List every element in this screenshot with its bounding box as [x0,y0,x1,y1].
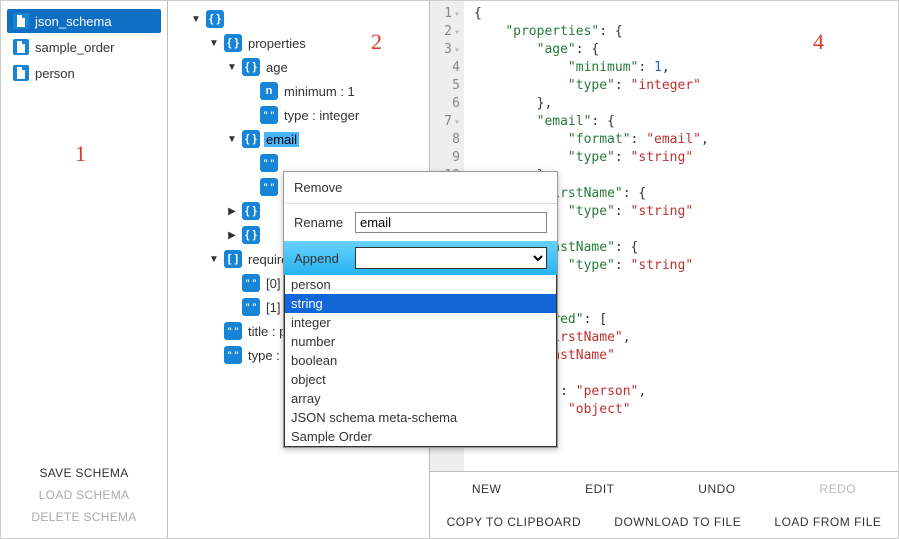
toggle-icon[interactable]: ▼ [208,38,220,49]
load-schema-button[interactable]: LOAD SCHEMA [39,488,130,502]
string-badge-icon: " " [242,274,260,292]
copy-button[interactable]: COPY TO CLIPBOARD [447,515,582,529]
schema-list: json_schema sample_order person [7,9,161,85]
append-option[interactable]: Sample Order [285,427,556,446]
tree-email[interactable]: ▼ { } email [168,127,425,151]
string-badge-icon: " " [242,298,260,316]
rename-label: Rename [294,215,349,230]
toggle-icon[interactable]: ▼ [190,14,202,25]
tree-label: email [264,132,299,147]
rename-input[interactable] [355,212,547,233]
schema-item-label: sample_order [35,40,115,55]
context-popup: Remove Rename Append personstringinteger… [283,171,558,448]
tree-label: properties [246,36,306,51]
append-option[interactable]: string [285,294,556,313]
append-option[interactable]: JSON schema meta-schema [285,408,556,427]
schema-actions: SAVE SCHEMA LOAD SCHEMA DELETE SCHEMA [7,466,161,530]
tree-properties[interactable]: ▼ { } properties [168,31,425,55]
redo-button[interactable]: REDO [819,482,856,496]
schema-item-person[interactable]: person [7,61,161,85]
remove-row[interactable]: Remove [284,172,557,204]
toggle-icon[interactable]: ▶ [226,206,238,217]
array-badge-icon: [ ] [224,250,242,268]
tree-age[interactable]: ▼ { } age [168,55,425,79]
new-button[interactable]: NEW [472,482,502,496]
object-badge-icon: { } [242,226,260,244]
string-badge-icon: " " [260,106,278,124]
tree-label: type : integer [282,108,359,123]
number-badge-icon: n [260,82,278,100]
tree-age-type[interactable]: ▼ " " type : integer [168,103,425,127]
append-label: Append [294,251,349,266]
file-icon [13,65,29,81]
schema-item-sample_order[interactable]: sample_order [7,35,161,59]
toggle-icon[interactable]: ▼ [208,254,220,265]
toggle-icon[interactable]: ▼ [226,62,238,73]
tree-root[interactable]: ▼ { } [168,7,425,31]
object-badge-icon: { } [224,34,242,52]
schema-item-json_schema[interactable]: json_schema [7,9,161,33]
load-from-file-button[interactable]: LOAD FROM FILE [774,515,881,529]
download-button[interactable]: DOWNLOAD TO FILE [614,515,741,529]
append-option[interactable]: integer [285,313,556,332]
save-schema-button[interactable]: SAVE SCHEMA [39,466,128,480]
object-badge-icon: { } [206,10,224,28]
tree-age-minimum[interactable]: ▼ n minimum : 1 [168,79,425,103]
undo-button[interactable]: UNDO [698,482,735,496]
editor-toolbar: NEW EDIT UNDO REDO COPY TO CLIPBOARD DOW… [430,471,898,538]
string-badge-icon: " " [224,346,242,364]
file-icon [13,39,29,55]
toggle-icon[interactable]: ▶ [226,230,238,241]
append-select[interactable] [355,247,547,269]
toggle-icon[interactable]: ▼ [226,134,238,145]
tree-label: age [264,60,288,75]
delete-schema-button[interactable]: DELETE SCHEMA [31,510,136,524]
string-badge-icon: " " [260,154,278,172]
string-badge-icon: " " [224,322,242,340]
append-option[interactable]: number [285,332,556,351]
edit-button[interactable]: EDIT [585,482,614,496]
append-option[interactable]: array [285,389,556,408]
append-dropdown: personstringintegernumberbooleanobjectar… [284,275,557,447]
append-option[interactable]: person [285,275,556,294]
sidebar: json_schema sample_order person SAVE SCH… [1,1,168,538]
append-row: Append [284,241,557,275]
remove-label: Remove [294,180,342,195]
tree-label: minimum : 1 [282,84,355,99]
object-badge-icon: { } [242,202,260,220]
rename-row: Rename [284,204,557,241]
object-badge-icon: { } [242,58,260,76]
append-option[interactable]: object [285,370,556,389]
object-badge-icon: { } [242,130,260,148]
string-badge-icon: " " [260,178,278,196]
append-option[interactable]: boolean [285,351,556,370]
file-icon [13,13,29,29]
schema-item-label: json_schema [35,14,112,29]
schema-item-label: person [35,66,75,81]
